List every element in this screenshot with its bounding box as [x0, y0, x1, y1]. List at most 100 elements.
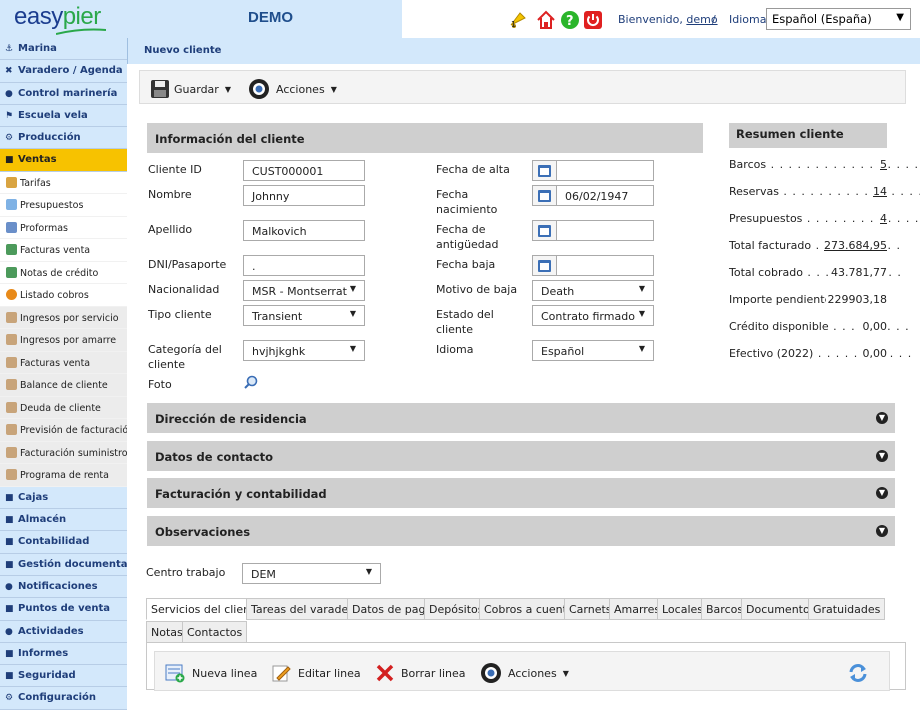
- categoria-select[interactable]: hvjhjkghk ▼: [243, 340, 365, 361]
- sidebar-item-cajas[interactable]: ■ Cajas: [0, 486, 127, 510]
- motivo-baja-select[interactable]: Death ▼: [532, 280, 654, 301]
- resumen-row-barcos: Barcos . . . . . . . . . . . . . . . . .…: [729, 158, 920, 171]
- apellido-field[interactable]: Malkovich: [243, 220, 365, 241]
- estado-cliente-select[interactable]: Contrato firmado ▼: [532, 305, 654, 326]
- lines-actions-button[interactable]: Acciones ▼: [480, 663, 569, 683]
- section-contacto[interactable]: Datos de contacto ▼: [147, 441, 895, 471]
- fecha-nacimiento-field[interactable]: 06/02/1947: [556, 185, 654, 206]
- delete-line-button[interactable]: Borrar linea: [376, 663, 465, 683]
- cliente-id-field[interactable]: CUST000001: [243, 160, 365, 181]
- chevron-down-icon: ▼: [876, 487, 888, 499]
- calendar-icon[interactable]: [532, 220, 556, 241]
- chevron-down-icon: ▼: [638, 344, 645, 353]
- sidebar-subitem-ingresos-amarre[interactable]: Ingresos por amarre: [0, 329, 127, 352]
- sidebar-subitem-tarifas[interactable]: Tarifas: [0, 171, 127, 195]
- magnifier-icon[interactable]: [244, 375, 258, 392]
- language-select[interactable]: Español (España) ▼: [766, 8, 911, 30]
- sidebar-subitem-presupuestos[interactable]: Presupuestos: [0, 194, 127, 217]
- sidebar-item-actividades[interactable]: ● Actividades: [0, 620, 127, 643]
- report-icon: [6, 469, 17, 481]
- resumen-row-total-cobrado: Total cobrado . . . . . . . . . . .43.78…: [729, 266, 902, 279]
- report-icon: [6, 311, 17, 323]
- section-direccion[interactable]: Dirección de residencia ▼: [147, 403, 895, 433]
- resumen-title: Resumen cliente: [729, 123, 887, 148]
- logo-area: easypier DEMO: [0, 0, 402, 38]
- chevron-down-icon: ▼: [224, 84, 231, 94]
- refresh-icon[interactable]: [847, 663, 869, 683]
- sidebar-item-contabilidad[interactable]: ■ Contabilidad: [0, 531, 127, 554]
- site-title: DEMO: [248, 9, 293, 26]
- sidebar-subitem-ingresos-servicio[interactable]: Ingresos por servicio: [0, 306, 127, 330]
- report-icon: [6, 401, 17, 413]
- users-icon: ●: [5, 88, 13, 99]
- logo[interactable]: easypier: [14, 3, 101, 31]
- apellido-label: Apellido: [148, 223, 193, 236]
- tipo-cliente-label: Tipo cliente: [148, 308, 212, 321]
- fecha-baja-field[interactable]: [556, 255, 654, 276]
- tipo-cliente-select[interactable]: Transient ▼: [243, 305, 365, 326]
- power-icon[interactable]: [583, 10, 603, 30]
- calendar-icon[interactable]: [532, 160, 556, 181]
- sidebar-subitem-balance-cliente[interactable]: Balance de cliente: [0, 374, 127, 397]
- sidebar-item-puntos-venta[interactable]: ■ Puntos de venta: [0, 598, 127, 621]
- svg-text:?: ?: [566, 14, 574, 29]
- page-title-bar: Nuevo cliente: [127, 38, 920, 64]
- sidebar-item-seguridad[interactable]: ■ Seguridad: [0, 665, 127, 688]
- nacionalidad-select[interactable]: MSR - Montserrat ▼: [243, 280, 365, 301]
- section-observaciones[interactable]: Observaciones ▼: [147, 516, 895, 546]
- actions-button[interactable]: Acciones ▼: [248, 78, 337, 100]
- sidebar-item-produccion[interactable]: ⚙ Producción: [0, 127, 127, 150]
- cash-icon: ■: [5, 492, 14, 503]
- sidebar-subitem-facturas-venta[interactable]: Facturas venta: [0, 239, 127, 262]
- help-icon[interactable]: ?: [560, 10, 580, 30]
- sidebar-subitem-listado-cobros[interactable]: Listado cobros: [0, 284, 127, 307]
- sidebar-item-informes[interactable]: ■ Informes: [0, 642, 127, 666]
- chevron-down-icon: ▼: [876, 450, 888, 462]
- fecha-alta-field[interactable]: [556, 160, 654, 181]
- new-line-button[interactable]: Nueva linea: [165, 663, 257, 683]
- notifications-bell-icon[interactable]: 1: [508, 10, 528, 30]
- home-icon[interactable]: [536, 10, 556, 30]
- edit-line-button[interactable]: Editar linea: [271, 663, 361, 683]
- sidebar-item-gestion-documental[interactable]: ■ Gestión documental: [0, 553, 127, 576]
- section-facturacion[interactable]: Facturación y contabilidad ▼: [147, 478, 895, 508]
- sidebar-subitem-facturacion-suministros[interactable]: Facturación suministros: [0, 441, 127, 465]
- centro-trabajo-select[interactable]: DEM ▼: [242, 563, 381, 584]
- save-button[interactable]: Guardar ▼: [150, 78, 231, 100]
- sidebar-subitem-proformas[interactable]: Proformas: [0, 216, 127, 240]
- monitor-icon: ■: [5, 604, 14, 615]
- calendar-icon[interactable]: [532, 255, 556, 276]
- sidebar-item-almacen[interactable]: ■ Almacén: [0, 509, 127, 532]
- nombre-field[interactable]: Johnny: [243, 185, 365, 206]
- bell-icon: ●: [5, 581, 13, 592]
- fecha-antiguedad-field[interactable]: [556, 220, 654, 241]
- sidebar-item-control-marineria[interactable]: ● Control marinería: [0, 82, 127, 105]
- fecha-nacimiento-label: Fecha nacimiento: [436, 188, 498, 216]
- tariff-icon: [6, 176, 17, 188]
- chevron-down-icon: ▼: [349, 284, 356, 293]
- dni-field[interactable]: .: [243, 255, 365, 276]
- tab-contactos[interactable]: Contactos: [182, 621, 248, 643]
- sidebar-subitem-notas-credito[interactable]: Notas de crédito: [0, 261, 127, 285]
- idioma-select[interactable]: Español ▼: [532, 340, 654, 361]
- resumen-row-efectivo: Efectivo (2022) . . . . . . . . . . .0,0…: [729, 347, 913, 360]
- chevron-down-icon: ▼: [896, 12, 904, 23]
- sidebar-subitem-deuda-cliente[interactable]: Deuda de cliente: [0, 396, 127, 420]
- sidebar-subitem-facturas-venta-report[interactable]: Facturas venta: [0, 351, 127, 375]
- sidebar-item-notificaciones[interactable]: ● Notificaciones: [0, 575, 127, 599]
- tab-content: Nueva linea Editar linea Borrar linea Ac…: [146, 642, 906, 691]
- sidebar-subitem-programa-renta[interactable]: Programa de renta: [0, 464, 127, 487]
- sidebar-item-ventas[interactable]: ■ Ventas: [0, 149, 127, 172]
- sidebar-item-marina[interactable]: ⚓ Marina: [0, 38, 127, 61]
- tab-gratuidades[interactable]: Gratuidades: [808, 598, 886, 620]
- sidebar-item-varadero[interactable]: ✖ Varadero / Agenda: [0, 60, 127, 83]
- chevron-down-icon: ▼: [638, 309, 645, 318]
- page-title: Nuevo cliente: [144, 45, 222, 56]
- chevron-down-icon: ▼: [876, 412, 888, 424]
- calendar-icon[interactable]: [532, 185, 556, 206]
- fecha-baja-label: Fecha baja: [436, 258, 496, 271]
- sidebar-subitem-prevision-facturacion[interactable]: Previsión de facturación: [0, 419, 127, 442]
- top-bar: easypier DEMO 1 ? Bienvenido, demo / Idi…: [0, 0, 920, 38]
- sidebar-item-configuracion[interactable]: ⚙ Configuración: [0, 687, 127, 710]
- sidebar-item-escuela-vela[interactable]: ⚑ Escuela vela: [0, 104, 127, 128]
